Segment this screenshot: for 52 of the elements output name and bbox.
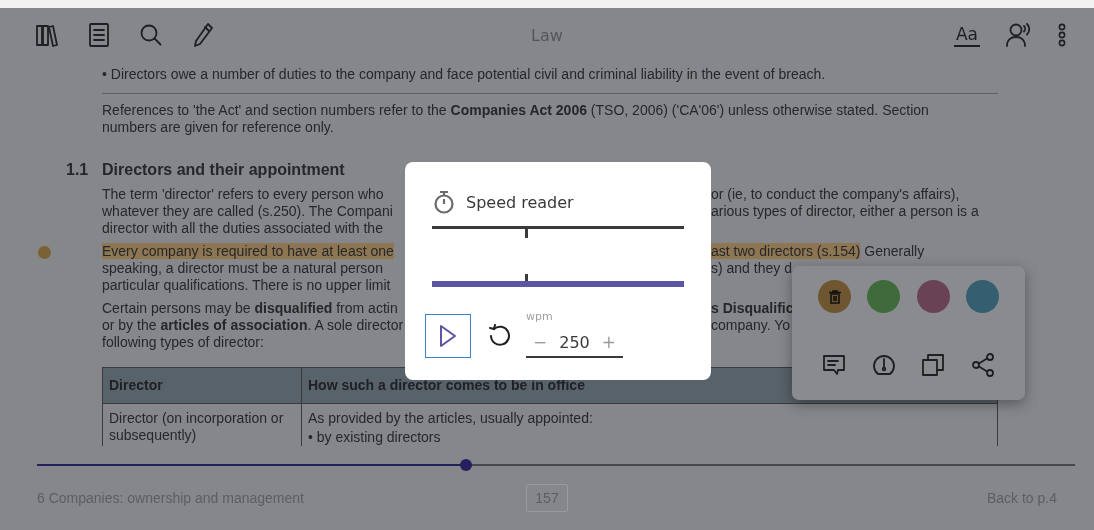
column-header: Director [102,367,302,404]
font-settings-button[interactable]: Aa [953,23,980,47]
paragraph-text: following types of director: [102,334,264,350]
progress-thumb[interactable] [459,459,472,471]
bullet-text: • Directors owe a number of duties to the company and face potential civil and criminal liability in the event of breach. [102,66,827,83]
share-icon[interactable] [970,353,995,377]
paragraph-text: particular qualifications. There is no upper limit [102,277,391,293]
speedometer-icon[interactable] [871,353,896,377]
paragraph-text: director with all the duties associated with the [102,220,383,236]
play-button[interactable] [425,314,471,358]
table-cell-text: Director (on incorporation or subsequently) [109,410,285,444]
document-list-icon[interactable] [89,23,109,47]
play-icon [439,324,457,348]
stopwatch-icon [433,190,455,214]
highlighted-text: ast two directors (s.154) [711,243,861,259]
paragraph-text: or by the articles of association. A sole director [102,317,404,333]
delete-highlight-button[interactable] [818,280,851,313]
paragraph-text: company. Yo [711,317,791,333]
paragraph-text: Generally [863,243,925,259]
paragraph-text: The term 'director' refers to every person who [102,186,384,202]
section-title: Directors and their appointment [102,160,345,180]
reset-icon[interactable] [488,324,512,348]
wpm-label: wpm [526,310,554,323]
highlight-marker[interactable] [38,246,51,259]
search-icon[interactable] [140,24,162,46]
paragraph-text: s Disqualific [711,300,794,316]
color-swatch[interactable] [916,280,950,313]
dialog-title: Speed reader [466,192,574,212]
paragraph-text: or (ie, to conduct the company's affairs), [711,186,960,202]
comment-icon[interactable] [822,353,846,377]
library-icon[interactable] [36,23,58,47]
copy-icon[interactable] [921,353,946,377]
pencil-icon[interactable] [193,23,213,47]
reference-note: References to 'the Act' and section numbers refer to the Companies Act 2006 (TSO, 2006) ('CA'06') unless otherwise stated. Section numbers are given for reference only. [102,102,930,136]
wpm-value: 250 [559,332,590,352]
trash-icon [828,289,841,304]
paragraph-text: s) and they d [711,260,792,276]
table-cell-text: As provided by the articles, usually appointed: [308,410,594,427]
wpm-field[interactable]: − 250 + [526,328,623,358]
paragraph-text: arious types of director, either a person is a [711,203,979,219]
color-swatch[interactable] [966,280,999,313]
paragraph-text: Certain persons may be disqualified from actin [102,300,398,316]
bullet-text: • by existing directors [308,429,442,446]
paragraph-text: whatever they are called (s.250). The Compani [102,203,393,219]
decrease-button[interactable]: − [532,332,548,352]
paragraph-text: speaking, a director must be a natural person [102,260,383,276]
more-icon[interactable] [1058,23,1066,47]
highlighted-text: Every company is required to have at least one [102,243,394,259]
section-number: 1.1 [66,160,90,180]
listen-icon[interactable] [1006,23,1032,47]
increase-button[interactable]: + [601,332,616,352]
color-swatch[interactable] [867,280,901,313]
